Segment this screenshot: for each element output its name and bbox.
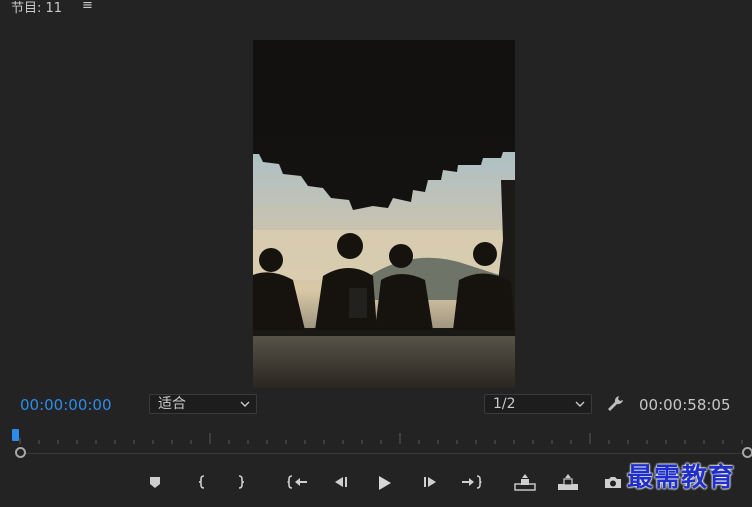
extract-icon	[558, 474, 578, 490]
lift-button[interactable]	[513, 474, 537, 496]
play-button[interactable]	[372, 474, 396, 496]
mark-in-button[interactable]	[190, 474, 214, 496]
panel-title[interactable]: 节目: 11	[11, 0, 62, 16]
resolution-dropdown-value: 1/2	[493, 396, 516, 412]
program-viewer	[253, 40, 515, 388]
mark-out-icon	[238, 475, 245, 489]
time-ruler[interactable]	[12, 430, 752, 446]
extract-button[interactable]	[556, 474, 580, 496]
resolution-dropdown[interactable]: 1/2	[484, 394, 592, 414]
step-back-icon	[335, 477, 347, 487]
duration-timecode: 00:00:58:05	[639, 396, 731, 414]
current-timecode[interactable]: 00:00:00:00	[20, 396, 112, 414]
video-frame	[253, 40, 515, 388]
go-to-in-icon	[287, 475, 307, 489]
step-forward-icon	[424, 477, 436, 487]
export-frame-button[interactable]	[601, 474, 625, 496]
camera-icon	[605, 477, 621, 488]
watermark-logo: 最需教育	[627, 463, 736, 493]
lift-icon	[514, 474, 536, 491]
zoom-handle-left[interactable]	[15, 447, 26, 458]
panel-header: 节目: 11 ≡	[0, 0, 752, 16]
mark-out-button[interactable]	[229, 474, 253, 496]
mark-in-icon	[198, 475, 205, 489]
step-forward-button[interactable]	[418, 474, 442, 496]
playhead[interactable]	[12, 429, 19, 441]
go-to-out-icon	[462, 475, 482, 489]
hamburger-icon[interactable]: ≡	[82, 0, 93, 13]
add-marker-button[interactable]	[143, 474, 167, 496]
go-to-in-button[interactable]	[286, 474, 310, 496]
fit-dropdown[interactable]: 适合	[149, 394, 257, 414]
play-icon	[379, 476, 391, 490]
chevron-down-icon	[240, 401, 250, 407]
wrench-icon[interactable]	[605, 394, 627, 414]
step-back-button[interactable]	[329, 474, 353, 496]
go-to-out-button[interactable]	[459, 474, 483, 496]
zoom-scroll-track[interactable]	[20, 453, 748, 454]
fit-dropdown-value: 适合	[158, 396, 186, 412]
chevron-down-icon	[575, 401, 585, 407]
add-marker-icon	[150, 477, 160, 488]
zoom-handle-right[interactable]	[742, 447, 752, 458]
